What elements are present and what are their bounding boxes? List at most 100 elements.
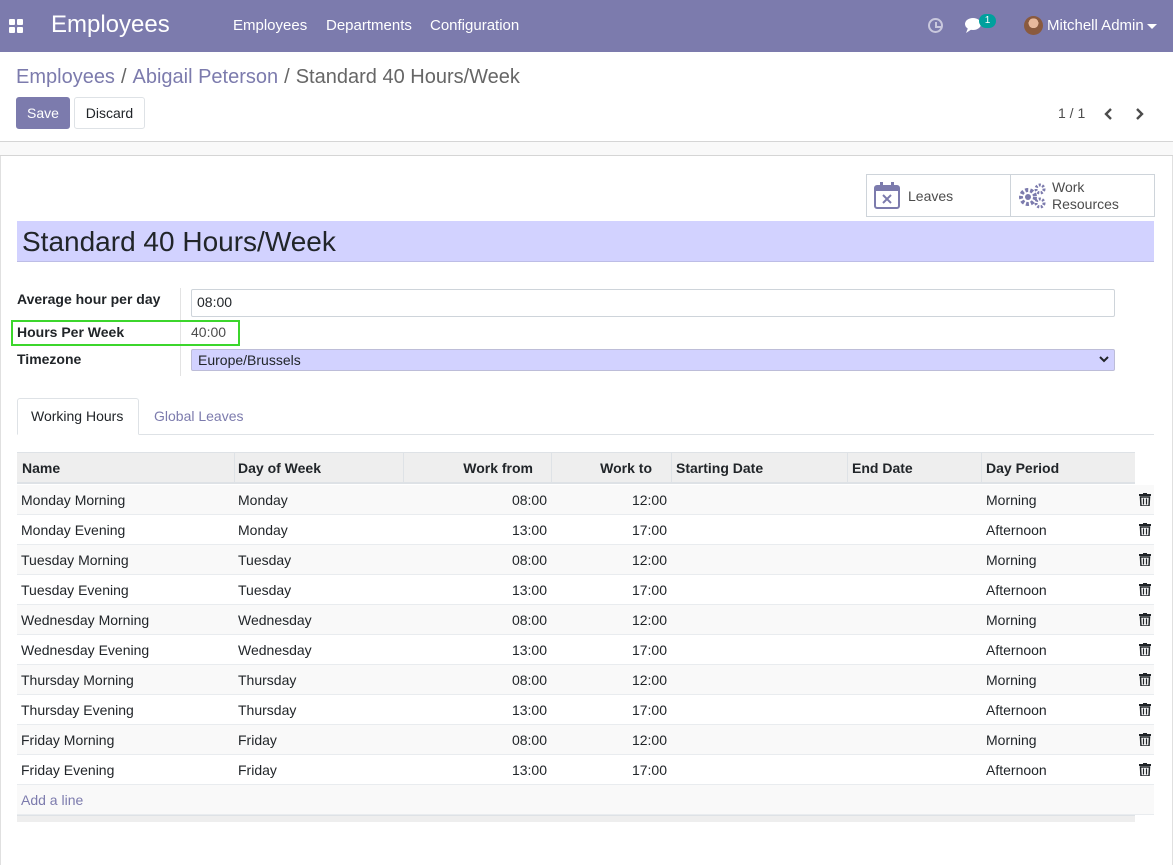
cell-day-period[interactable]: Afternoon (986, 702, 1047, 718)
trash-icon[interactable] (1139, 643, 1151, 656)
save-button[interactable]: Save (16, 97, 70, 129)
trash-icon[interactable] (1139, 613, 1151, 626)
trash-icon[interactable] (1139, 493, 1151, 506)
cell-day-period[interactable]: Afternoon (986, 582, 1047, 598)
cell-day[interactable]: Monday (238, 522, 288, 538)
cell-name[interactable]: Thursday Evening (21, 702, 134, 718)
cell-work-from[interactable]: 13:00 (404, 522, 547, 538)
cell-day-period[interactable]: Morning (986, 612, 1037, 628)
chevron-right-icon[interactable] (1131, 106, 1147, 122)
avg-hour-input[interactable] (191, 289, 1115, 317)
cell-work-to[interactable]: 17:00 (552, 702, 667, 718)
cell-work-from[interactable]: 13:00 (404, 642, 547, 658)
trash-icon[interactable] (1139, 763, 1151, 776)
tab-global-leaves[interactable]: Global Leaves (154, 408, 244, 424)
cell-work-from[interactable]: 08:00 (404, 672, 547, 688)
table-row[interactable]: Friday Evening Friday 13:00 17:00 Aftern… (17, 755, 1154, 785)
cell-day-period[interactable]: Morning (986, 732, 1037, 748)
apps-menu-icon[interactable] (9, 19, 23, 33)
table-row[interactable]: Thursday Evening Thursday 13:00 17:00 Af… (17, 695, 1154, 725)
cell-work-from[interactable]: 08:00 (404, 612, 547, 628)
chevron-left-icon[interactable] (1101, 106, 1117, 122)
column-header-starting-date[interactable]: Starting Date (676, 460, 763, 476)
cell-name[interactable]: Tuesday Morning (21, 552, 129, 568)
trash-icon[interactable] (1139, 703, 1151, 716)
cell-work-from[interactable]: 13:00 (404, 702, 547, 718)
cell-day-period[interactable]: Morning (986, 492, 1037, 508)
cell-day-period[interactable]: Morning (986, 552, 1037, 568)
cell-work-to[interactable]: 17:00 (552, 762, 667, 778)
column-header-work-from[interactable]: Work from (404, 460, 533, 476)
work-resources-stat-button[interactable]: Work Resources (1010, 174, 1155, 217)
table-row[interactable]: Tuesday Morning Tuesday 08:00 12:00 Morn… (17, 545, 1154, 575)
cell-day[interactable]: Wednesday (238, 612, 312, 628)
table-row[interactable]: Wednesday Evening Wednesday 13:00 17:00 … (17, 635, 1154, 665)
cell-work-to[interactable]: 12:00 (552, 732, 667, 748)
cell-work-from[interactable]: 08:00 (404, 492, 547, 508)
avg-hour-value[interactable]: 08:00 (197, 294, 232, 310)
column-header-work-to[interactable]: Work to (552, 460, 652, 476)
cell-name[interactable]: Friday Morning (21, 732, 114, 748)
cell-work-from[interactable]: 08:00 (404, 552, 547, 568)
chevron-down-icon[interactable] (1147, 24, 1157, 29)
cell-day[interactable]: Friday (238, 732, 277, 748)
cell-name[interactable]: Monday Evening (21, 522, 125, 538)
table-row[interactable]: Friday Morning Friday 08:00 12:00 Mornin… (17, 725, 1154, 755)
table-row[interactable]: Monday Morning Monday 08:00 12:00 Mornin… (17, 485, 1154, 515)
cell-work-to[interactable]: 12:00 (552, 492, 667, 508)
user-menu-name[interactable]: Mitchell Admin (1047, 17, 1144, 34)
column-header-name[interactable]: Name (22, 460, 60, 476)
table-row[interactable]: Monday Evening Monday 13:00 17:00 Aftern… (17, 515, 1154, 545)
cell-work-from[interactable]: 13:00 (404, 762, 547, 778)
table-row[interactable]: Thursday Morning Thursday 08:00 12:00 Mo… (17, 665, 1154, 695)
trash-icon[interactable] (1139, 673, 1151, 686)
cell-day-period[interactable]: Afternoon (986, 642, 1047, 658)
chevron-down-icon[interactable] (1099, 354, 1109, 364)
activity-clock-icon[interactable] (928, 18, 943, 33)
pager-value[interactable]: 1 / 1 (1058, 105, 1085, 121)
cell-day[interactable]: Thursday (238, 672, 296, 688)
breadcrumb-employee[interactable]: Abigail Peterson (133, 66, 279, 88)
trash-icon[interactable] (1139, 733, 1151, 746)
cell-day[interactable]: Monday (238, 492, 288, 508)
timezone-value[interactable]: Europe/Brussels (198, 352, 301, 368)
cell-work-to[interactable]: 12:00 (552, 552, 667, 568)
cell-name[interactable]: Tuesday Evening (21, 582, 129, 598)
column-header-day-period[interactable]: Day Period (986, 460, 1059, 476)
cell-name[interactable]: Monday Morning (21, 492, 125, 508)
app-title[interactable]: Employees (51, 11, 170, 39)
cell-name[interactable]: Wednesday Morning (21, 612, 149, 628)
trash-icon[interactable] (1139, 523, 1151, 536)
cell-name[interactable]: Wednesday Evening (21, 642, 149, 658)
cell-work-to[interactable]: 12:00 (552, 612, 667, 628)
breadcrumb-employees[interactable]: Employees (16, 66, 115, 88)
record-title[interactable]: Standard 40 Hours/Week (22, 226, 336, 258)
add-line-link[interactable]: Add a line (21, 792, 83, 808)
cell-work-to[interactable]: 17:00 (552, 582, 667, 598)
cell-work-to[interactable]: 17:00 (552, 522, 667, 538)
column-header-end-date[interactable]: End Date (852, 460, 913, 476)
menu-configuration[interactable]: Configuration (430, 17, 519, 34)
cell-work-to[interactable]: 17:00 (552, 642, 667, 658)
leaves-stat-button[interactable]: Leaves (866, 174, 1011, 217)
cell-day[interactable]: Tuesday (238, 582, 291, 598)
cell-name[interactable]: Friday Evening (21, 762, 114, 778)
table-row[interactable]: Wednesday Morning Wednesday 08:00 12:00 … (17, 605, 1154, 635)
cell-day-period[interactable]: Afternoon (986, 522, 1047, 538)
tab-working-hours-label[interactable]: Working Hours (31, 408, 123, 424)
column-header-day-of-week[interactable]: Day of Week (238, 460, 321, 476)
cell-day[interactable]: Thursday (238, 702, 296, 718)
cell-work-from[interactable]: 13:00 (404, 582, 547, 598)
menu-departments[interactable]: Departments (326, 17, 412, 34)
trash-icon[interactable] (1139, 583, 1151, 596)
cell-name[interactable]: Thursday Morning (21, 672, 134, 688)
discard-button[interactable]: Discard (74, 97, 145, 129)
cell-day[interactable]: Tuesday (238, 552, 291, 568)
cell-work-to[interactable]: 12:00 (552, 672, 667, 688)
cell-day[interactable]: Wednesday (238, 642, 312, 658)
cell-day-period[interactable]: Afternoon (986, 762, 1047, 778)
timezone-select[interactable] (191, 349, 1115, 371)
cell-day[interactable]: Friday (238, 762, 277, 778)
menu-employees[interactable]: Employees (233, 17, 307, 34)
avatar[interactable] (1024, 16, 1043, 35)
